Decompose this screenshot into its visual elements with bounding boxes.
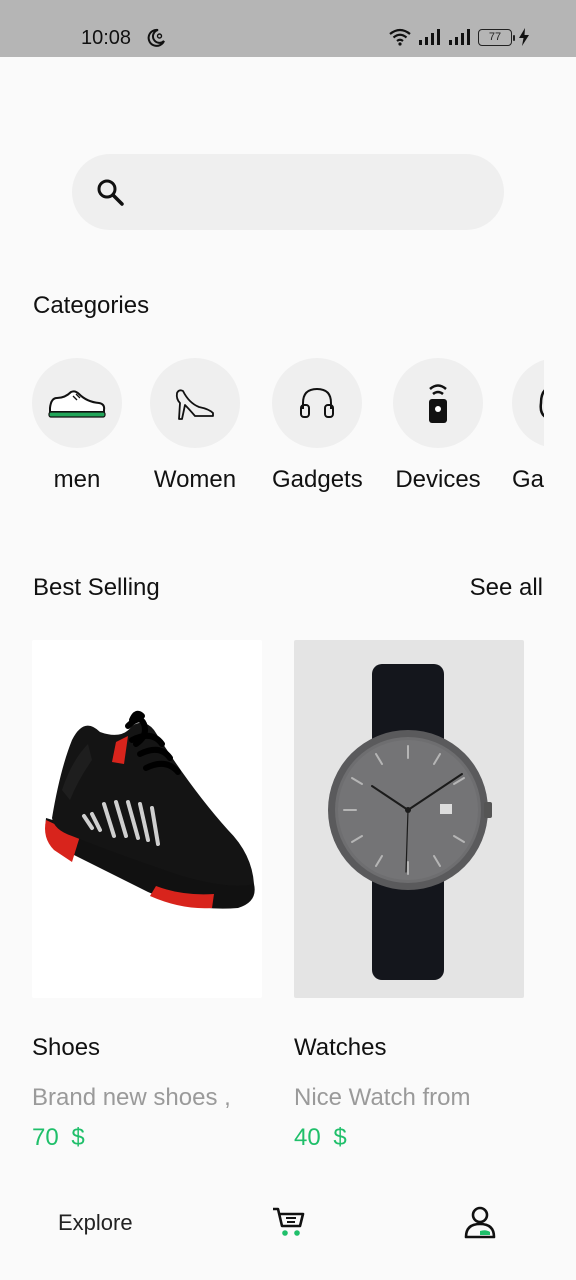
search-input[interactable]: [144, 172, 474, 212]
product-image-shoes[interactable]: [32, 640, 262, 998]
headphones-icon: [300, 387, 334, 418]
wifi-icon: [389, 28, 411, 46]
product-description: Brand new shoes ,: [32, 1084, 231, 1111]
profile-icon[interactable]: [462, 1204, 498, 1240]
category-devices[interactable]: Devices: [393, 358, 503, 503]
search-bar[interactable]: [72, 154, 504, 230]
sneaker-icon: [48, 390, 106, 418]
shoe-image: [45, 710, 255, 909]
see-all-link[interactable]: See all: [470, 574, 543, 602]
category-gadgets[interactable]: Gadgets: [272, 358, 382, 503]
best-selling-title: Best Selling: [33, 574, 160, 601]
product-card-watches[interactable]: Watches Nice Watch from 40 $: [294, 640, 524, 1160]
search-icon[interactable]: [94, 176, 126, 208]
nav-explore[interactable]: Explore: [58, 1210, 133, 1236]
game-icon: [539, 389, 544, 418]
status-bar: 10:08 77: [0, 0, 576, 57]
bottom-nav: Explore: [0, 1180, 576, 1280]
status-time: 10:08: [81, 27, 132, 49]
category-icon-circle: [512, 358, 544, 448]
category-men[interactable]: men: [32, 358, 142, 503]
category-label: Devices: [395, 466, 481, 493]
status-icons: 77: [388, 28, 530, 46]
category-women[interactable]: Women: [150, 358, 260, 503]
high-heel-icon: [175, 389, 214, 420]
category-label: Gadgets: [272, 466, 363, 493]
category-icon-circle: [272, 358, 362, 448]
category-icon-circle: [150, 358, 240, 448]
category-icon-circle: [32, 358, 122, 448]
signal-icon-2: [449, 29, 470, 45]
signal-icon: [419, 29, 440, 45]
product-price: 70 $: [32, 1124, 85, 1151]
product-title: Shoes: [32, 1034, 101, 1061]
cart-icon[interactable]: [270, 1204, 306, 1240]
product-title: Watches: [294, 1034, 387, 1061]
battery-icon: 77: [478, 28, 515, 46]
categories-title: Categories: [33, 292, 150, 319]
do-not-disturb-icon: [147, 28, 165, 47]
categories-list: men Women Gadgets Devices Ga: [32, 358, 544, 503]
product-description: Nice Watch from: [294, 1084, 471, 1111]
charging-icon: [519, 28, 529, 46]
product-image-watches[interactable]: [294, 640, 524, 998]
remote-icon: [429, 384, 447, 423]
product-price: 40 $: [294, 1124, 347, 1151]
watch-image: [328, 664, 492, 980]
category-icon-circle: [393, 358, 483, 448]
category-label: Ga: [512, 466, 544, 493]
category-label: Women: [153, 466, 237, 493]
category-games[interactable]: Ga: [512, 358, 544, 503]
category-label: men: [53, 466, 101, 493]
product-card-shoes[interactable]: Shoes Brand new shoes , 70 $: [32, 640, 262, 1160]
battery-level: 77: [488, 31, 502, 43]
